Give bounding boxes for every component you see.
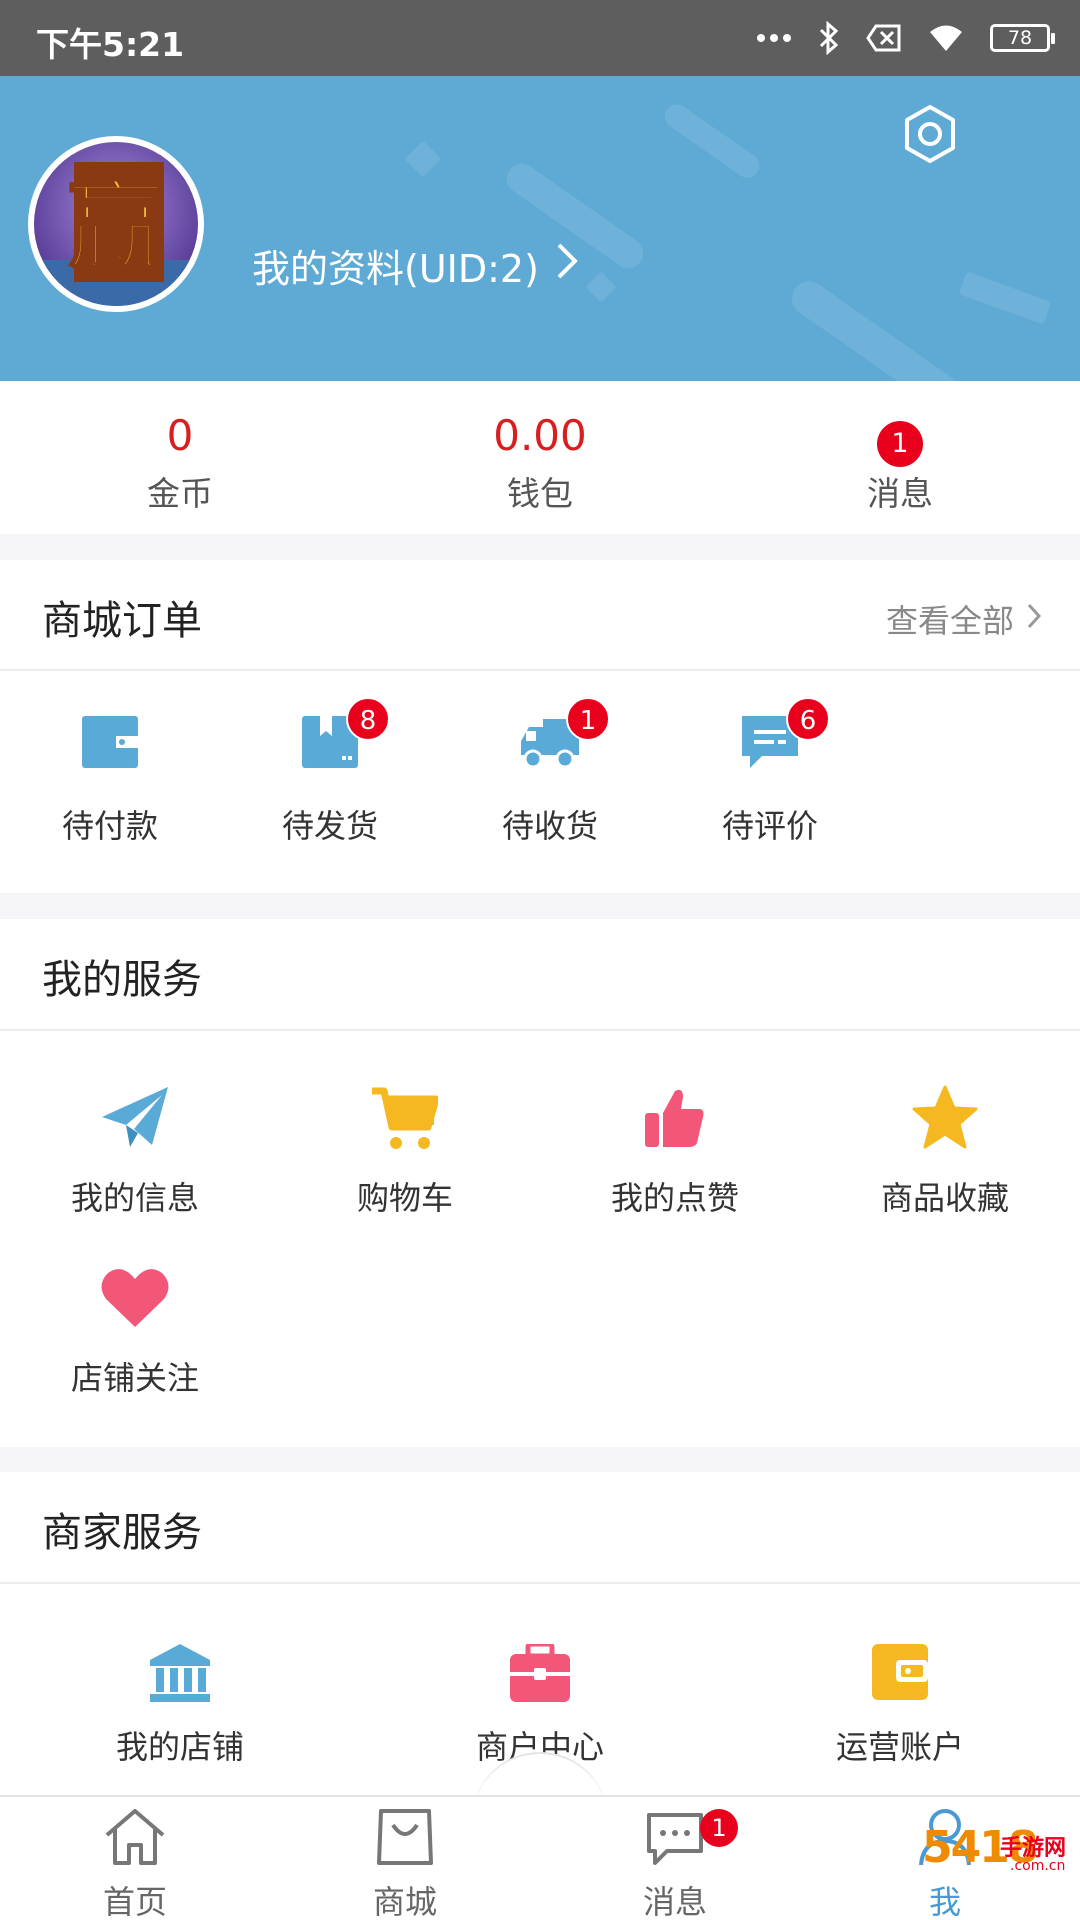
order-item-label: 待评价	[721, 807, 818, 845]
nav-messages-badge: 1	[700, 1809, 738, 1847]
order-item-label: 待收货	[501, 807, 598, 845]
profile-header: 赢 我的资料(UID:2)	[0, 76, 1080, 381]
order-pending-shipment[interactable]: 8 待发货	[220, 671, 440, 893]
merchant-title: 商家服务	[42, 1510, 202, 1556]
messages-badge: 1	[877, 421, 923, 467]
wifi-icon	[928, 23, 964, 53]
order-pending-payment[interactable]: 待付款	[0, 671, 220, 893]
watermark-domain: .com.cn	[1010, 1858, 1066, 1874]
stat-messages[interactable]: 1 消息	[720, 381, 1080, 534]
merchant-operating-account[interactable]: 运营账户	[720, 1584, 1080, 1802]
heart-icon	[100, 1267, 170, 1333]
stats-row: 0 金币 0.00 钱包 1 消息	[0, 381, 1080, 534]
view-all-orders-link[interactable]: 查看全部	[886, 596, 1042, 642]
wallet-icon	[872, 1644, 928, 1704]
pending-shipment-badge: 8	[346, 697, 390, 741]
more-dots-icon	[756, 33, 792, 43]
service-favorites[interactable]: 商品收藏	[810, 1031, 1080, 1217]
chat-icon	[540, 1807, 810, 1871]
service-label: 商品收藏	[880, 1179, 1009, 1217]
order-pending-review[interactable]: 6 待评价	[660, 671, 880, 893]
no-sim-icon	[866, 24, 902, 52]
bluetooth-icon	[818, 21, 840, 55]
nav-home[interactable]: 首页	[0, 1807, 270, 1920]
shopping-bag-icon	[270, 1807, 540, 1871]
settings-gear-icon[interactable]	[898, 102, 962, 166]
order-item-label: 待付款	[61, 807, 158, 845]
wallet-value: 0.00	[493, 411, 587, 460]
wallet-label: 钱包	[507, 474, 573, 513]
messages-label: 消息	[867, 474, 933, 513]
profile-link[interactable]: 我的资料(UID:2)	[252, 238, 579, 293]
thumbs-up-icon	[645, 1087, 705, 1153]
wallet-icon	[82, 716, 138, 772]
service-shop-follow[interactable]: 店铺关注	[0, 1211, 270, 1411]
coins-value: 0	[166, 411, 194, 460]
order-pending-receipt[interactable]: 1 待收货	[440, 671, 660, 893]
chevron-right-icon	[1026, 600, 1042, 638]
paper-plane-icon	[102, 1087, 168, 1153]
battery-indicator: 78	[990, 24, 1055, 52]
merchant-label: 我的店铺	[115, 1728, 244, 1766]
nav-mall[interactable]: 商城	[270, 1807, 540, 1920]
status-time: 下午5:21	[36, 25, 185, 64]
cart-icon	[372, 1087, 440, 1155]
coins-label: 金币	[147, 474, 213, 513]
chevron-right-icon	[555, 241, 579, 290]
orders-section: 商城订单 查看全部 待付款 8 待发货 1 待收货 6 待评价	[0, 560, 1080, 893]
nav-label: 首页	[102, 1883, 167, 1920]
star-icon	[912, 1085, 978, 1153]
status-bar: 下午5:21 78	[0, 0, 1080, 76]
services-section: 我的服务 我的信息 购物车 我的点赞 商品收藏 店铺关注	[0, 919, 1080, 1447]
service-label: 购物车	[356, 1179, 453, 1217]
service-label: 店铺关注	[70, 1359, 199, 1397]
bottom-nav: 首页 商城 1 消息 我	[0, 1795, 1080, 1920]
service-cart[interactable]: 购物车	[270, 1031, 540, 1217]
stat-wallet[interactable]: 0.00 钱包	[360, 381, 720, 534]
pending-review-badge: 6	[786, 697, 830, 741]
merchant-my-shop[interactable]: 我的店铺	[0, 1584, 360, 1802]
home-icon	[0, 1807, 270, 1871]
briefcase-icon	[510, 1641, 570, 1706]
profile-link-label: 我的资料(UID:2)	[252, 247, 539, 291]
view-all-label: 查看全部	[885, 602, 1014, 640]
nav-label: 消息	[642, 1883, 707, 1920]
services-title: 我的服务	[42, 957, 202, 1003]
stat-coins[interactable]: 0 金币	[0, 381, 360, 534]
status-icons: 78	[756, 18, 1055, 58]
avatar[interactable]: 赢	[28, 136, 204, 312]
site-watermark: 5418 手游网 .com.cn	[922, 1822, 1080, 1920]
nav-label: 商城	[372, 1883, 437, 1920]
bank-icon	[150, 1644, 210, 1706]
orders-title: 商城订单	[42, 598, 202, 644]
avatar-image: 赢	[34, 162, 198, 306]
order-item-label: 待发货	[281, 807, 378, 845]
pending-receipt-badge: 1	[566, 697, 610, 741]
service-label: 我的点赞	[610, 1179, 739, 1217]
service-my-info[interactable]: 我的信息	[0, 1031, 270, 1217]
merchant-label: 运营账户	[835, 1728, 964, 1766]
avatar-glyph: 赢	[68, 171, 164, 283]
service-my-likes[interactable]: 我的点赞	[540, 1031, 810, 1217]
nav-messages[interactable]: 1 消息	[540, 1807, 810, 1920]
